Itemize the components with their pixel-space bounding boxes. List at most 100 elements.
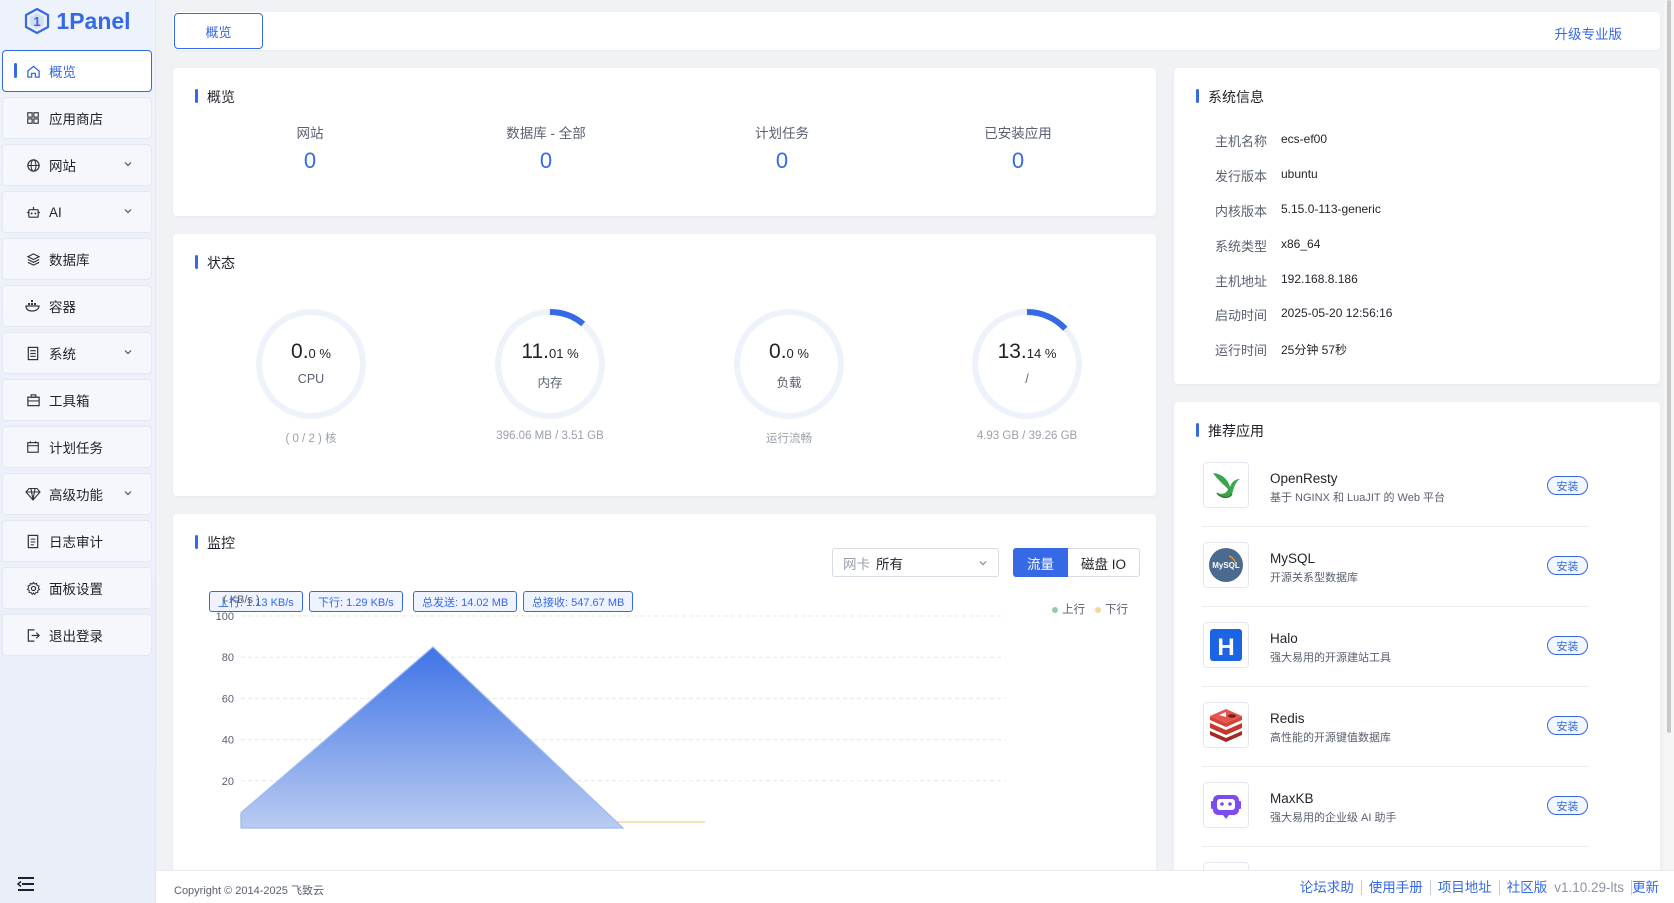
- forum-link[interactable]: 论坛求助: [1293, 880, 1362, 895]
- sidebar-item-logout[interactable]: 退出登录: [2, 614, 152, 656]
- sidebar-item-label: 网站: [49, 159, 76, 174]
- gauge-cpu[interactable]: 0.0 % CPU ( 0 / 2 ) 核: [249, 306, 373, 446]
- gauge-load[interactable]: 0.0 % 负载 运行流畅: [727, 306, 851, 446]
- overview-value: 0: [1011, 148, 1025, 173]
- sidebar-item-label: 工具箱: [49, 394, 90, 409]
- halo-icon: H: [1203, 622, 1249, 668]
- calendar-icon: [25, 439, 41, 455]
- gauge-value-dec: 14 %: [1026, 346, 1057, 361]
- project-link[interactable]: 项目地址: [1431, 880, 1500, 895]
- overview-title: 概览: [195, 87, 235, 107]
- svg-text:MySQL: MySQL: [1212, 561, 1240, 570]
- y-tick-label: 40: [222, 735, 234, 747]
- install-button[interactable]: 安装: [1547, 476, 1588, 495]
- gauge-subtext: 运行流畅: [766, 433, 812, 445]
- gauge-value: 11.01 %: [488, 340, 612, 364]
- sidebar-nav: 概览 应用商店 网站 AI 数据库 容器 系统 工具箱 计划任务 高级功能 日志…: [0, 42, 155, 656]
- gauge-value: 13.14 %: [965, 340, 1089, 364]
- overview-item-database[interactable]: 数据库 - 全部 0: [471, 122, 621, 174]
- chevron-down-icon: [124, 350, 132, 355]
- app-row-redis: Redis 高性能的开源键值数据库 安装: [1202, 692, 1589, 767]
- app-row-maxkb: MaxKB 强大易用的企业级 AI 助手 安装: [1202, 772, 1589, 847]
- gauge-value-dec: 0 %: [308, 346, 331, 361]
- sidebar-item-ai[interactable]: AI: [2, 191, 152, 233]
- sidebar-item-system[interactable]: 系统: [2, 332, 152, 374]
- gauge-ring: [495, 309, 605, 419]
- y-axis-unit: ( KB/s ): [223, 594, 260, 606]
- sidebar-item-advanced[interactable]: 高级功能: [2, 473, 152, 515]
- manual-link[interactable]: 使用手册: [1362, 880, 1431, 895]
- copyright-text: Copyright © 2014-2025 飞致云: [174, 885, 324, 897]
- sidebar-item-label: 数据库: [49, 253, 90, 268]
- sidebar-item-website[interactable]: 网站: [2, 144, 152, 186]
- logout-icon: [25, 627, 41, 643]
- gauge-disk[interactable]: 13.14 % / 4.93 GB / 39.26 GB: [965, 306, 1089, 442]
- server-icon: [25, 345, 41, 361]
- collapse-menu-icon[interactable]: [16, 875, 36, 893]
- overview-item-installed-apps[interactable]: 已安装应用 0: [943, 122, 1093, 174]
- globe-icon: [25, 157, 41, 173]
- app-description: 基于 NGINX 和 LuaJIT 的 Web 平台: [1270, 492, 1446, 504]
- grid-icon: [25, 110, 41, 126]
- gauge-value-dec: 01 %: [549, 346, 579, 361]
- app-name: MySQL: [1270, 551, 1316, 566]
- info-value: 192.168.8.186: [1281, 272, 1358, 286]
- info-row-boot-time: 启动时间 2025-05-20 12:56:16: [1215, 305, 1392, 324]
- y-tick-label: 60: [222, 693, 234, 705]
- robot-icon: [25, 204, 41, 220]
- sidebar-item-settings[interactable]: 面板设置: [2, 567, 152, 609]
- sidebar-item-database[interactable]: 数据库: [2, 238, 152, 280]
- gauge-ring: [256, 309, 366, 419]
- brand-name: 1Panel: [56, 7, 131, 34]
- y-tick-label: 20: [222, 776, 234, 788]
- update-link[interactable]: 更新: [1632, 880, 1666, 895]
- recommended-apps-title: 推荐应用: [1196, 421, 1264, 441]
- scrollbar-thumb[interactable]: [1667, 0, 1671, 733]
- gauge-value-int: 13.: [997, 340, 1027, 363]
- series-upload-area: [240, 646, 625, 829]
- info-row-uptime: 运行时间 25分钟 57秒: [1215, 340, 1347, 359]
- y-tick-label: 100: [216, 611, 234, 623]
- sidebar-item-container[interactable]: 容器: [2, 285, 152, 327]
- overview-card: 概览 网站 0 数据库 - 全部 0 计划任务 0 已安装应用 0: [173, 68, 1156, 216]
- gauge-memory[interactable]: 11.01 % 内存 396.06 MB / 3.51 GB: [488, 306, 612, 442]
- install-button[interactable]: 安装: [1547, 796, 1588, 815]
- gauge-subtext: ( 0 / 2 ) 核: [285, 433, 337, 445]
- sidebar-item-overview[interactable]: 概览: [2, 50, 152, 92]
- install-button[interactable]: 安装: [1547, 556, 1588, 575]
- info-key: 发行版本: [1215, 169, 1268, 184]
- gauge-subtext: 4.93 GB / 39.26 GB: [976, 430, 1078, 442]
- overview-label: 已安装应用: [984, 126, 1052, 141]
- chevron-down-icon: [124, 209, 132, 214]
- overview-item-cron[interactable]: 计划任务 0: [707, 122, 857, 174]
- gauge-label: 内存: [537, 376, 563, 390]
- info-row-arch: 系统类型 x86_64: [1215, 236, 1320, 255]
- sidebar-item-label: 面板设置: [49, 582, 103, 597]
- info-value: ecs-ef00: [1281, 132, 1328, 146]
- sidebar-item-toolbox[interactable]: 工具箱: [2, 379, 152, 421]
- page-scrollbar[interactable]: [1664, 0, 1674, 870]
- redis-icon: [1203, 702, 1249, 748]
- top-bar: 概览 升级专业版: [173, 12, 1660, 50]
- sidebar-item-app-store[interactable]: 应用商店: [2, 97, 152, 139]
- gauge-value: 0.0 %: [727, 340, 851, 364]
- info-key: 主机地址: [1215, 274, 1268, 289]
- sidebar-item-cron[interactable]: 计划任务: [2, 426, 152, 468]
- install-button[interactable]: 安装: [1547, 716, 1588, 735]
- svg-text:H: H: [1217, 634, 1234, 661]
- install-button[interactable]: 安装: [1547, 636, 1588, 655]
- gear-icon: [25, 580, 41, 596]
- layers-icon: [25, 251, 41, 267]
- info-row-kernel: 内核版本 5.15.0-113-generic: [1215, 201, 1381, 220]
- sidebar-item-label: AI: [49, 204, 62, 220]
- overview-item-website[interactable]: 网站 0: [235, 122, 385, 174]
- info-key: 主机名称: [1215, 134, 1268, 149]
- sidebar-item-label: 计划任务: [49, 441, 103, 456]
- gauge-subtext: 396.06 MB / 3.51 GB: [496, 430, 604, 442]
- upgrade-pro-link[interactable]: 升级专业版: [1555, 23, 1623, 43]
- brand-logo[interactable]: 1 1Panel: [0, 0, 155, 42]
- tab-overview[interactable]: 概览: [174, 13, 263, 49]
- edition-link[interactable]: 社区版: [1500, 880, 1555, 895]
- logo-icon: 1: [25, 8, 50, 34]
- sidebar-item-audit-log[interactable]: 日志审计: [2, 520, 152, 562]
